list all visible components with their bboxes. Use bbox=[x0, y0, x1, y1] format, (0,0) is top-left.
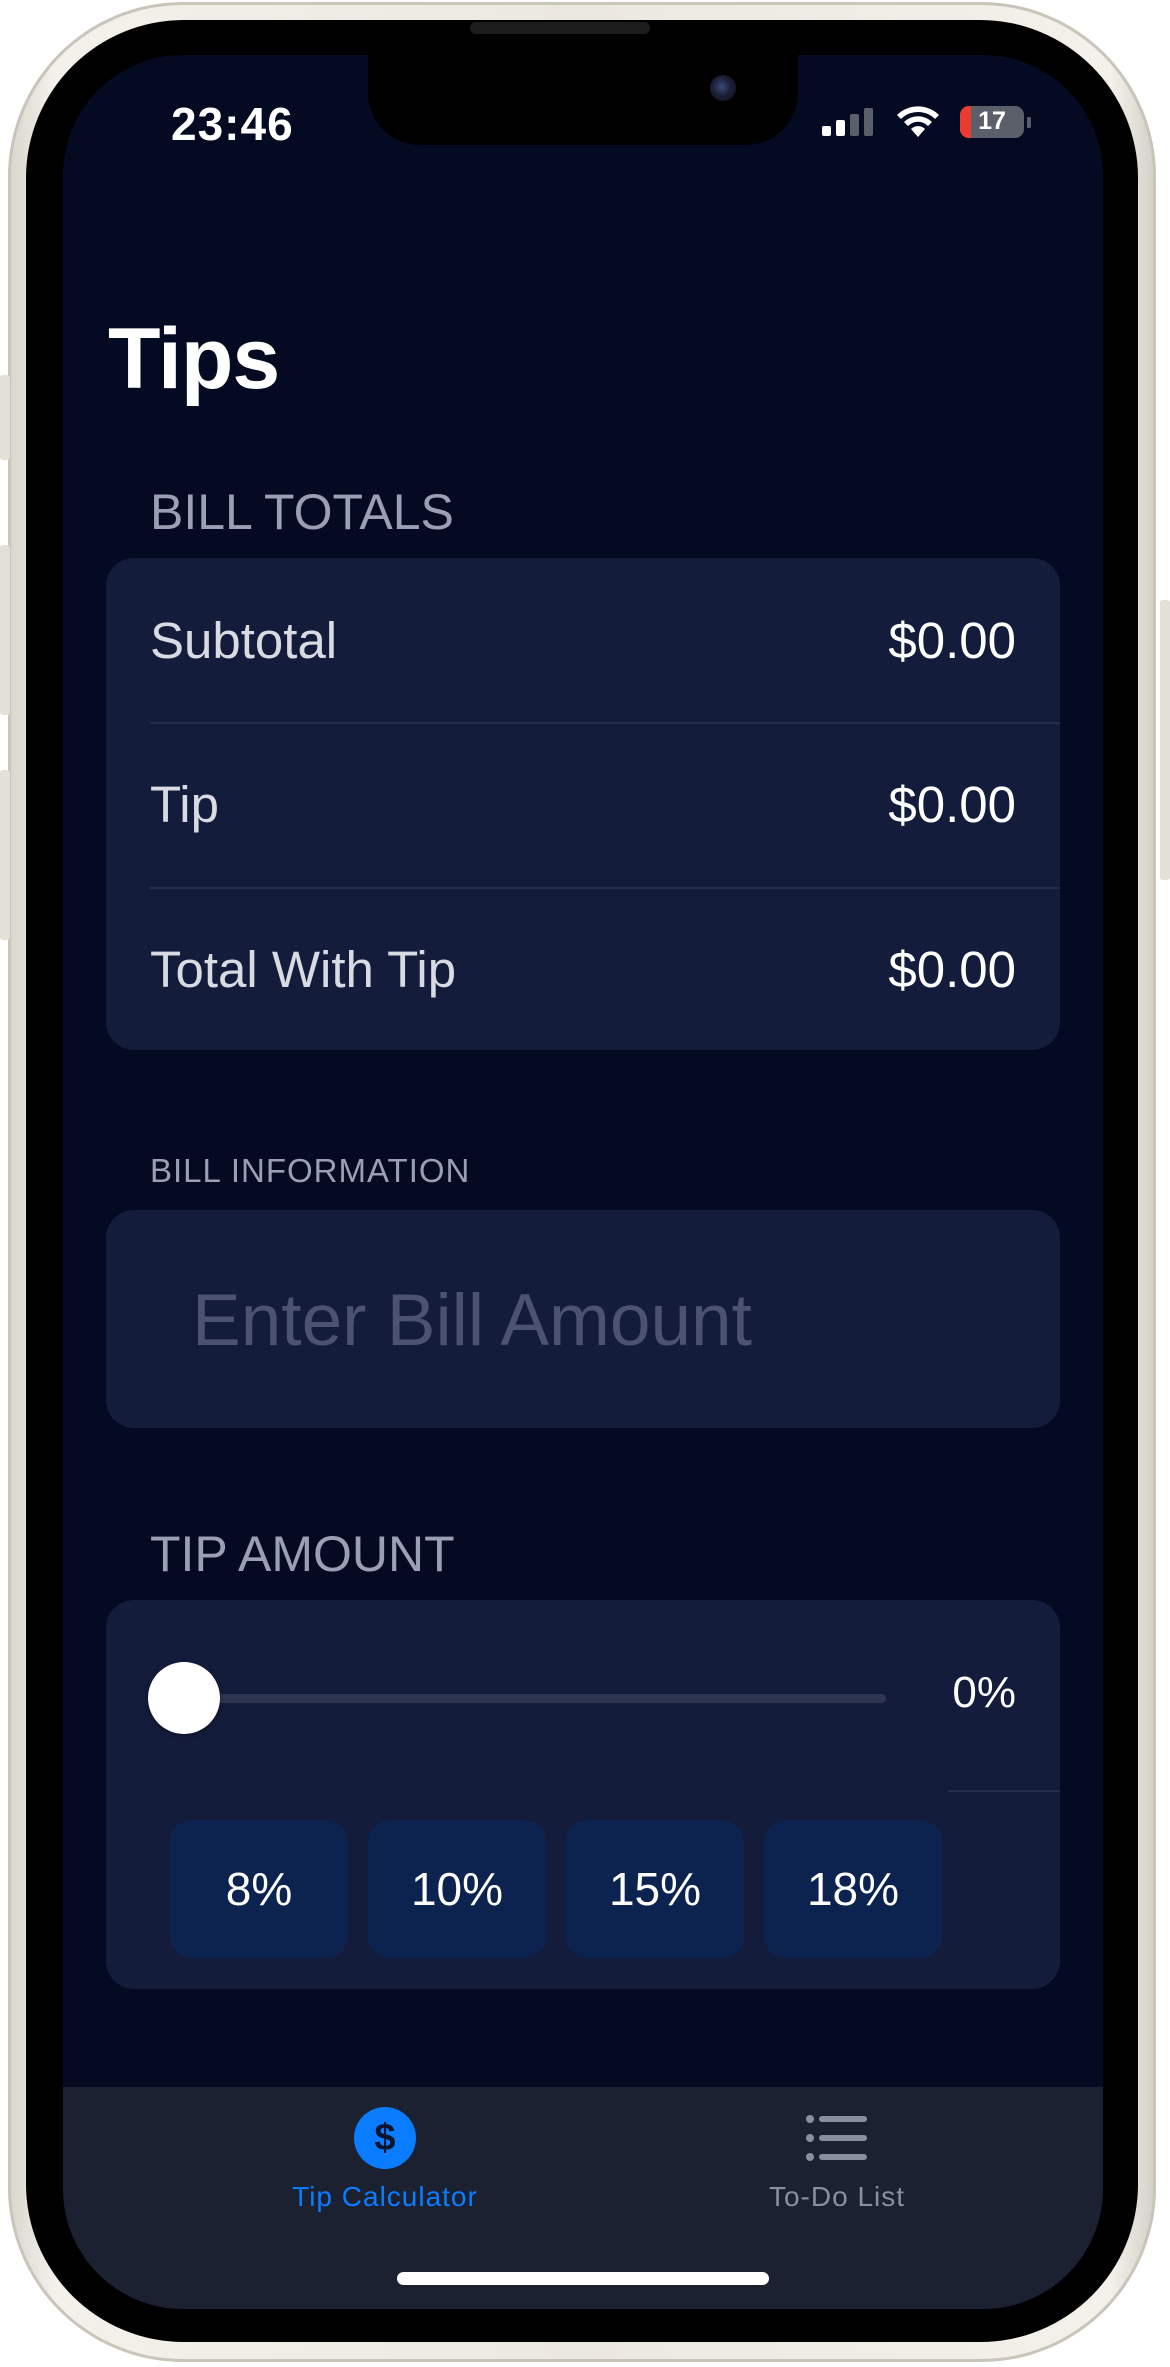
bill-information-header: BILL INFORMATION bbox=[150, 1152, 471, 1189]
tab-tip-calculator[interactable]: $ Tip Calculator bbox=[235, 2107, 535, 2213]
notch bbox=[368, 55, 798, 145]
tip-value: $0.00 bbox=[888, 776, 1016, 833]
status-time: 23:46 bbox=[171, 98, 294, 150]
tip-label: Tip bbox=[150, 776, 219, 833]
row-divider bbox=[948, 1790, 1060, 1792]
tip-slider-thumb[interactable] bbox=[148, 1662, 220, 1734]
cellular-signal-icon bbox=[822, 108, 873, 136]
dollar-sign-icon: $ bbox=[354, 2107, 416, 2169]
subtotal-label: Subtotal bbox=[150, 612, 338, 669]
earpiece-speaker bbox=[470, 22, 650, 34]
tip-preset-buttons: 8% 10% 15% 18% bbox=[170, 1820, 942, 1958]
bill-totals-header: BILL TOTALS bbox=[150, 484, 454, 540]
subtotal-row: Subtotal $0.00 bbox=[150, 558, 1016, 723]
volume-down-button bbox=[0, 770, 10, 940]
status-icons: 17 bbox=[822, 105, 1031, 139]
tip-percentage-value: 0% bbox=[952, 1668, 1016, 1717]
battery-cap bbox=[1027, 116, 1031, 128]
total-with-tip-row: Total With Tip $0.00 bbox=[150, 887, 1016, 1052]
wifi-icon bbox=[897, 106, 939, 137]
home-indicator[interactable] bbox=[397, 2272, 769, 2285]
tip-amount-header: TIP AMOUNT bbox=[150, 1526, 455, 1582]
list-icon bbox=[806, 2115, 867, 2161]
tip-row: Tip $0.00 bbox=[150, 722, 1016, 887]
tip-slider-track[interactable] bbox=[150, 1694, 886, 1703]
bill-amount-input[interactable] bbox=[192, 1270, 1012, 1370]
tab-tip-calculator-label: Tip Calculator bbox=[292, 2181, 478, 2212]
tab-bar: $ Tip Calculator To-Do List bbox=[63, 2087, 1103, 2309]
tip-amount-card: 0% 8% 10% 15% 18% bbox=[106, 1600, 1060, 1989]
total-with-tip-value: $0.00 bbox=[888, 941, 1016, 998]
tip-15-percent-button[interactable]: 15% bbox=[566, 1820, 744, 1958]
tab-to-do-list[interactable]: To-Do List bbox=[687, 2107, 987, 2213]
total-with-tip-label: Total With Tip bbox=[150, 941, 457, 998]
bill-information-card bbox=[106, 1210, 1060, 1428]
action-button bbox=[0, 375, 10, 460]
subtotal-value: $0.00 bbox=[888, 612, 1016, 669]
tip-8-percent-button[interactable]: 8% bbox=[170, 1820, 348, 1958]
tab-to-do-list-label: To-Do List bbox=[768, 2181, 906, 2212]
page-title: Tips bbox=[108, 311, 280, 407]
app-screen: 23:46 17 Tips BILL TOTALS Subtotal $0.00… bbox=[63, 55, 1103, 2309]
battery-icon: 17 bbox=[960, 106, 1024, 138]
tip-10-percent-button[interactable]: 10% bbox=[368, 1820, 546, 1958]
power-button bbox=[1160, 600, 1170, 880]
front-camera bbox=[710, 75, 736, 101]
tip-18-percent-button[interactable]: 18% bbox=[764, 1820, 942, 1958]
volume-up-button bbox=[0, 545, 10, 715]
battery-level-text: 17 bbox=[978, 107, 1006, 135]
bill-totals-card: Subtotal $0.00 Tip $0.00 Total With Tip … bbox=[106, 558, 1060, 1050]
